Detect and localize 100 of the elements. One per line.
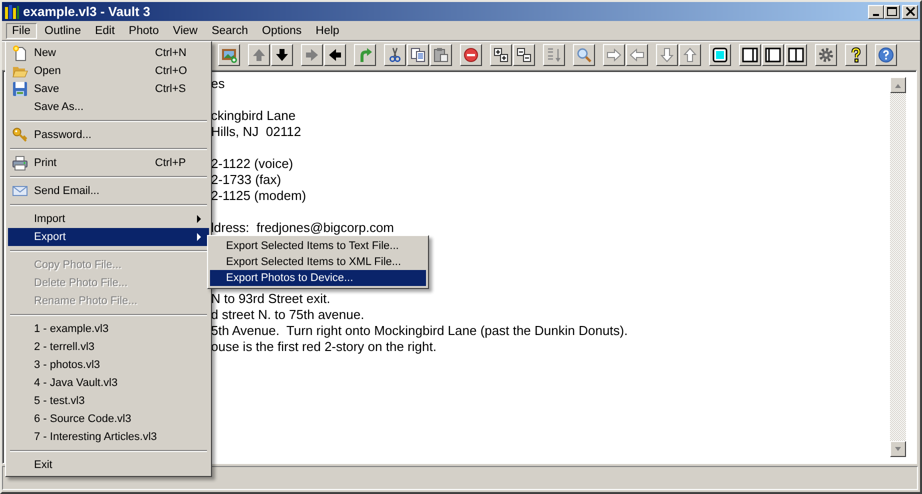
layout-button[interactable] [762,44,784,66]
shortcut-label: Ctrl+S [155,83,187,95]
text-line: 2-1122 (voice) [211,156,294,172]
text-line: 2-1125 (modem) [211,188,308,204]
menu-item[interactable]: Print Ctrl+P [8,154,209,172]
redo-button[interactable] [354,44,376,66]
layout-button[interactable] [739,44,761,66]
down-arrow-icon [274,47,290,63]
up-arrow-icon [251,47,267,63]
printer-icon [12,155,28,171]
menu-item[interactable]: 2 - terrell.vl3 [8,338,209,356]
menu-bar-item[interactable]: File [6,22,37,38]
text-line: N to 93rd Street exit. [211,291,332,307]
settings-button[interactable] [815,44,837,66]
menu-item[interactable]: Save Ctrl+S [8,80,209,98]
scroll-down-button[interactable] [890,441,906,457]
text-line: ouse is the first red 2-story on the right. [211,339,438,355]
close-button[interactable] [902,4,918,18]
back-button[interactable] [626,44,648,66]
scissors-icon [387,47,403,63]
menu-item[interactable]: 1 - example.vl3 [8,320,209,338]
right-arrow-icon [304,47,320,63]
help-button[interactable] [875,44,897,66]
menu-bar-item[interactable]: Edit [88,22,121,38]
new-file-icon [12,45,28,61]
menu-bar-item[interactable]: Help [310,22,346,38]
text-line: ldress: fredjones@bigcorp.com [211,220,395,236]
collapse-icon [516,47,532,63]
outdent-button[interactable] [324,44,346,66]
delete-button[interactable] [460,44,482,66]
toolbar-button[interactable] [709,44,731,66]
copy-button[interactable] [407,44,429,66]
whats-this-button[interactable] [845,44,867,66]
menu-item[interactable]: New Ctrl+N [8,44,209,62]
shortcut-label: Ctrl+P [155,157,187,169]
left-arrow-icon [327,47,343,63]
next-button[interactable] [656,44,678,66]
menu-item[interactable]: 7 - Interesting Articles.vl3 [8,428,209,446]
down-arrow-icon [894,446,902,452]
copy-icon [410,47,426,63]
panel-layout-icon [742,47,758,63]
layout-button[interactable] [785,44,807,66]
left-arrow-icon [629,47,645,63]
menu-bar-item[interactable]: View [166,22,204,38]
move-up-button[interactable] [248,44,270,66]
collapse-all-button[interactable] [513,44,535,66]
sort-button[interactable] [543,44,565,66]
remove-icon [463,47,479,63]
scroll-up-button[interactable] [890,77,906,93]
text-line: ckingbird Lane [211,108,297,124]
up-arrow-icon [682,47,698,63]
expand-all-button[interactable] [490,44,512,66]
menu-item[interactable]: 3 - photos.vl3 [8,356,209,374]
menu-item[interactable]: 6 - Source Code.vl3 [8,410,209,428]
panel-layout-icon [788,47,804,63]
menu-bar-item[interactable]: Photo [122,22,165,38]
add-picture-button[interactable] [218,44,240,66]
menu-item[interactable]: Password... [8,126,209,144]
paste-button[interactable] [430,44,452,66]
forward-button[interactable] [603,44,625,66]
key-icon [12,127,28,143]
menu-item[interactable]: Exit [8,456,209,474]
envelope-icon [12,183,28,199]
search-button[interactable] [573,44,595,66]
cut-button[interactable] [384,44,406,66]
app-icon [4,4,20,20]
move-down-button[interactable] [271,44,293,66]
minimize-icon [873,14,879,16]
search-icon [576,47,592,63]
menu-bar-item[interactable]: Search [206,22,254,38]
menu-item[interactable]: Export Photos to Device... [210,270,426,286]
right-arrow-icon [606,47,622,63]
maximize-button[interactable] [884,4,900,18]
menu-item[interactable]: Open Ctrl+O [8,62,209,80]
shortcut-label: Ctrl+N [155,47,188,59]
shortcut-label: Ctrl+O [155,65,188,77]
text-line: 5th Avenue. Turn right onto Mockingbird Lane (past the Dunkin Donuts). [211,323,629,339]
square-icon [712,47,728,63]
save-icon [12,81,28,97]
menu-item[interactable]: Import [8,210,209,228]
indent-button[interactable] [301,44,323,66]
scroll-bar[interactable] [890,77,906,457]
menu-item[interactable]: Export Selected Items to XML File... [210,254,426,270]
menu-item[interactable]: Send Email... [8,182,209,200]
help-icon [878,47,894,63]
menu-item[interactable]: 4 - Java Vault.vl3 [8,374,209,392]
menu-bar-item[interactable]: Options [256,22,308,38]
menu-item[interactable]: Export [8,228,209,246]
settings-icon [818,47,834,63]
minimize-button[interactable] [868,4,884,18]
menu-item[interactable]: Export Selected Items to Text File... [210,238,426,254]
panel-layout-icon [765,47,781,63]
previous-button[interactable] [679,44,701,66]
sort-icon [546,47,562,63]
menu-bar-item[interactable]: Outline [38,22,87,38]
text-line: es [211,76,226,92]
maximize-icon [887,7,897,16]
menu-item[interactable]: Save As... [8,98,209,116]
menu-item[interactable]: 5 - test.vl3 [8,392,209,410]
down-arrow-icon [659,47,675,63]
